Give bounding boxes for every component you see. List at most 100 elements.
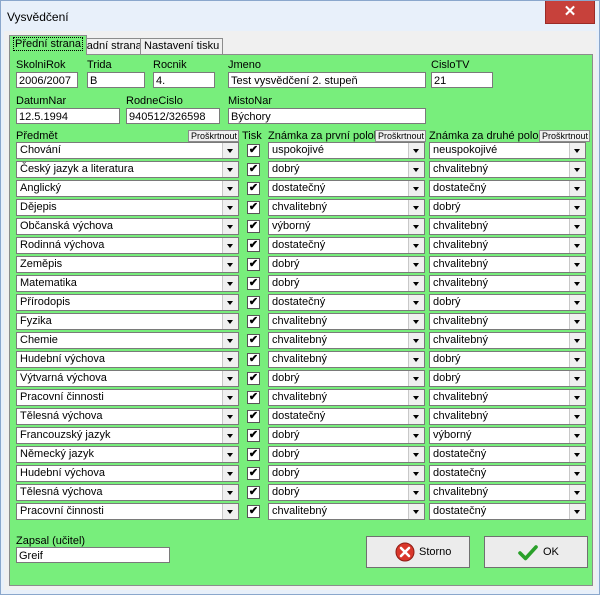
first-term-grade-select[interactable]: chvalitebný xyxy=(268,503,425,520)
chevron-down-icon[interactable] xyxy=(222,504,238,519)
chevron-down-icon[interactable] xyxy=(408,238,424,253)
first-term-grade-select[interactable]: chvalitebný xyxy=(268,332,425,349)
rodnecislo-field[interactable]: 940512/326598 xyxy=(126,108,220,124)
chevron-down-icon[interactable] xyxy=(569,257,585,272)
chevron-down-icon[interactable] xyxy=(569,181,585,196)
chevron-down-icon[interactable] xyxy=(569,219,585,234)
subject-select[interactable]: Zeměpis xyxy=(16,256,239,273)
second-term-grade-select[interactable]: chvalitebný xyxy=(429,332,586,349)
print-checkbox[interactable]: ✔ xyxy=(247,220,260,233)
print-checkbox[interactable]: ✔ xyxy=(247,448,260,461)
chevron-down-icon[interactable] xyxy=(408,219,424,234)
chevron-down-icon[interactable] xyxy=(222,219,238,234)
chevron-down-icon[interactable] xyxy=(408,504,424,519)
rocnik-field[interactable]: 4. xyxy=(153,72,215,88)
subject-select[interactable]: Francouzský jazyk xyxy=(16,427,239,444)
subject-select[interactable]: Fyzika xyxy=(16,313,239,330)
subject-select[interactable]: Německý jazyk xyxy=(16,446,239,463)
chevron-down-icon[interactable] xyxy=(408,200,424,215)
print-checkbox[interactable]: ✔ xyxy=(247,467,260,480)
print-checkbox[interactable]: ✔ xyxy=(247,182,260,195)
subject-select[interactable]: Tělesná výchova xyxy=(16,408,239,425)
second-term-grade-select[interactable]: chvalitebný xyxy=(429,484,586,501)
close-button[interactable]: ✕ xyxy=(545,1,595,24)
print-checkbox[interactable]: ✔ xyxy=(247,486,260,499)
chevron-down-icon[interactable] xyxy=(408,257,424,272)
chevron-down-icon[interactable] xyxy=(222,238,238,253)
print-checkbox[interactable]: ✔ xyxy=(247,258,260,271)
chevron-down-icon[interactable] xyxy=(569,428,585,443)
chevron-down-icon[interactable] xyxy=(408,314,424,329)
print-checkbox[interactable]: ✔ xyxy=(247,163,260,176)
print-checkbox[interactable]: ✔ xyxy=(247,315,260,328)
first-term-grade-select[interactable]: dobrý xyxy=(268,275,425,292)
chevron-down-icon[interactable] xyxy=(408,485,424,500)
skolnirok-field[interactable]: 2006/2007 xyxy=(16,72,78,88)
second-term-grade-select[interactable]: chvalitebný xyxy=(429,389,586,406)
second-term-grade-select[interactable]: výborný xyxy=(429,427,586,444)
chevron-down-icon[interactable] xyxy=(222,428,238,443)
chevron-down-icon[interactable] xyxy=(569,371,585,386)
first-term-grade-select[interactable]: chvalitebný xyxy=(268,351,425,368)
jmeno-field[interactable]: Test vysvědčení 2. stupeň xyxy=(228,72,426,88)
chevron-down-icon[interactable] xyxy=(408,352,424,367)
first-term-grade-select[interactable]: dobrý xyxy=(268,484,425,501)
ok-button[interactable]: OK xyxy=(484,536,588,568)
mistonar-field[interactable]: Býchory xyxy=(228,108,426,124)
chevron-down-icon[interactable] xyxy=(222,257,238,272)
chevron-down-icon[interactable] xyxy=(569,466,585,481)
print-checkbox[interactable]: ✔ xyxy=(247,410,260,423)
print-checkbox[interactable]: ✔ xyxy=(247,201,260,214)
subject-select[interactable]: Tělesná výchova xyxy=(16,484,239,501)
first-term-grade-select[interactable]: dobrý xyxy=(268,256,425,273)
first-term-grade-select[interactable]: chvalitebný xyxy=(268,313,425,330)
subject-select[interactable]: Rodinná výchova xyxy=(16,237,239,254)
chevron-down-icon[interactable] xyxy=(408,143,424,158)
chevron-down-icon[interactable] xyxy=(222,352,238,367)
subject-select[interactable]: Hudební výchova xyxy=(16,351,239,368)
first-term-grade-select[interactable]: dobrý xyxy=(268,370,425,387)
second-term-grade-select[interactable]: dostatečný xyxy=(429,446,586,463)
trida-field[interactable]: B xyxy=(87,72,145,88)
first-term-grade-select[interactable]: chvalitebný xyxy=(268,389,425,406)
chevron-down-icon[interactable] xyxy=(408,181,424,196)
first-term-grade-select[interactable]: dobrý xyxy=(268,427,425,444)
chevron-down-icon[interactable] xyxy=(569,485,585,500)
cross-out-second-term-button[interactable]: Proškrtnout xyxy=(539,130,590,142)
chevron-down-icon[interactable] xyxy=(569,390,585,405)
first-term-grade-select[interactable]: dobrý xyxy=(268,465,425,482)
second-term-grade-select[interactable]: dobrý xyxy=(429,199,586,216)
second-term-grade-select[interactable]: chvalitebný xyxy=(429,256,586,273)
second-term-grade-select[interactable]: chvalitebný xyxy=(429,237,586,254)
cislotv-field[interactable]: 21 xyxy=(431,72,493,88)
chevron-down-icon[interactable] xyxy=(569,409,585,424)
cancel-button[interactable]: Storno xyxy=(366,536,470,568)
chevron-down-icon[interactable] xyxy=(222,371,238,386)
subject-select[interactable]: Dějepis xyxy=(16,199,239,216)
chevron-down-icon[interactable] xyxy=(569,314,585,329)
second-term-grade-select[interactable]: dostatečný xyxy=(429,503,586,520)
chevron-down-icon[interactable] xyxy=(222,409,238,424)
chevron-down-icon[interactable] xyxy=(408,333,424,348)
second-term-grade-select[interactable]: dobrý xyxy=(429,351,586,368)
print-checkbox[interactable]: ✔ xyxy=(247,296,260,309)
subject-select[interactable]: Občanská výchova xyxy=(16,218,239,235)
chevron-down-icon[interactable] xyxy=(408,162,424,177)
print-checkbox[interactable]: ✔ xyxy=(247,391,260,404)
subject-select[interactable]: Český jazyk a literatura xyxy=(16,161,239,178)
subject-select[interactable]: Výtvarná výchova xyxy=(16,370,239,387)
first-term-grade-select[interactable]: dostatečný xyxy=(268,294,425,311)
second-term-grade-select[interactable]: dobrý xyxy=(429,294,586,311)
chevron-down-icon[interactable] xyxy=(408,371,424,386)
first-term-grade-select[interactable]: výborný xyxy=(268,218,425,235)
chevron-down-icon[interactable] xyxy=(222,276,238,291)
print-checkbox[interactable]: ✔ xyxy=(247,334,260,347)
second-term-grade-select[interactable]: chvalitebný xyxy=(429,161,586,178)
chevron-down-icon[interactable] xyxy=(569,447,585,462)
chevron-down-icon[interactable] xyxy=(222,200,238,215)
print-checkbox[interactable]: ✔ xyxy=(247,144,260,157)
chevron-down-icon[interactable] xyxy=(569,504,585,519)
second-term-grade-select[interactable]: neuspokojivé xyxy=(429,142,586,159)
chevron-down-icon[interactable] xyxy=(222,390,238,405)
subject-select[interactable]: Přírodopis xyxy=(16,294,239,311)
